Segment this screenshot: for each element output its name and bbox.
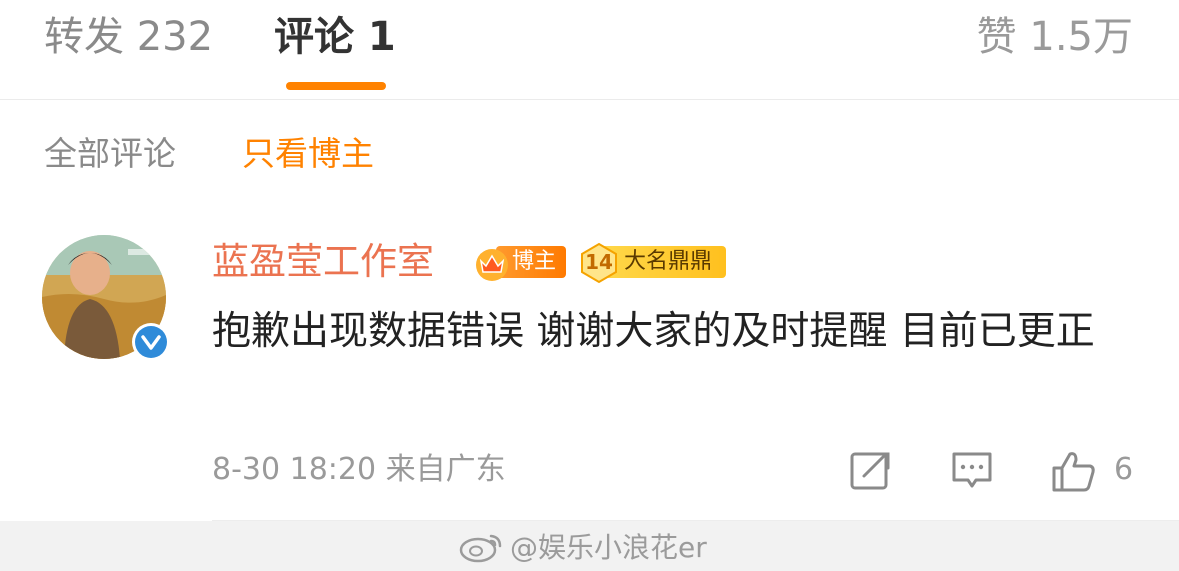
weibo-logo-icon bbox=[459, 534, 502, 563]
verified-icon bbox=[132, 323, 170, 361]
watermark-text: @娱乐小浪花er bbox=[510, 531, 707, 564]
comment-meta: 8-30 18:20 来自广东 bbox=[212, 452, 506, 487]
tab-bar: 转发 232 评论 1 赞 1.5万 bbox=[0, 0, 1179, 100]
blogger-badge: 博主 bbox=[472, 244, 566, 281]
tab-comments[interactable]: 评论 1 bbox=[274, 12, 396, 62]
comment-icon bbox=[952, 452, 992, 488]
avatar[interactable] bbox=[42, 235, 170, 363]
thumb-up-icon bbox=[1052, 452, 1095, 492]
comment-text: 抱歉出现数据错误 谢谢大家的及时提醒 目前已更正 bbox=[212, 309, 1095, 354]
filter-all-comments[interactable]: 全部评论 bbox=[44, 132, 176, 176]
fame-badge[interactable]: 14 大名鼎鼎 bbox=[578, 242, 726, 284]
fame-level: 14 bbox=[585, 250, 613, 274]
filter-blogger-only[interactable]: 只看博主 bbox=[242, 132, 374, 176]
share-icon bbox=[850, 452, 890, 490]
reply-button[interactable] bbox=[950, 448, 994, 494]
tab-likes[interactable]: 赞 1.5万 bbox=[977, 12, 1133, 62]
like-count: 6 bbox=[1114, 452, 1134, 487]
crown-icon bbox=[476, 249, 508, 281]
weibo-comment-page: 转发 232 评论 1 赞 1.5万 全部评论 只看博主 蓝盈莹工作室 博主 1… bbox=[0, 0, 1179, 571]
comment-author[interactable]: 蓝盈莹工作室 bbox=[212, 238, 434, 286]
tab-repost[interactable]: 转发 232 bbox=[44, 12, 213, 62]
active-tab-indicator bbox=[286, 82, 386, 90]
like-button[interactable] bbox=[1050, 448, 1098, 494]
share-button[interactable] bbox=[848, 448, 892, 494]
watermark: @娱乐小浪花er bbox=[458, 526, 707, 566]
